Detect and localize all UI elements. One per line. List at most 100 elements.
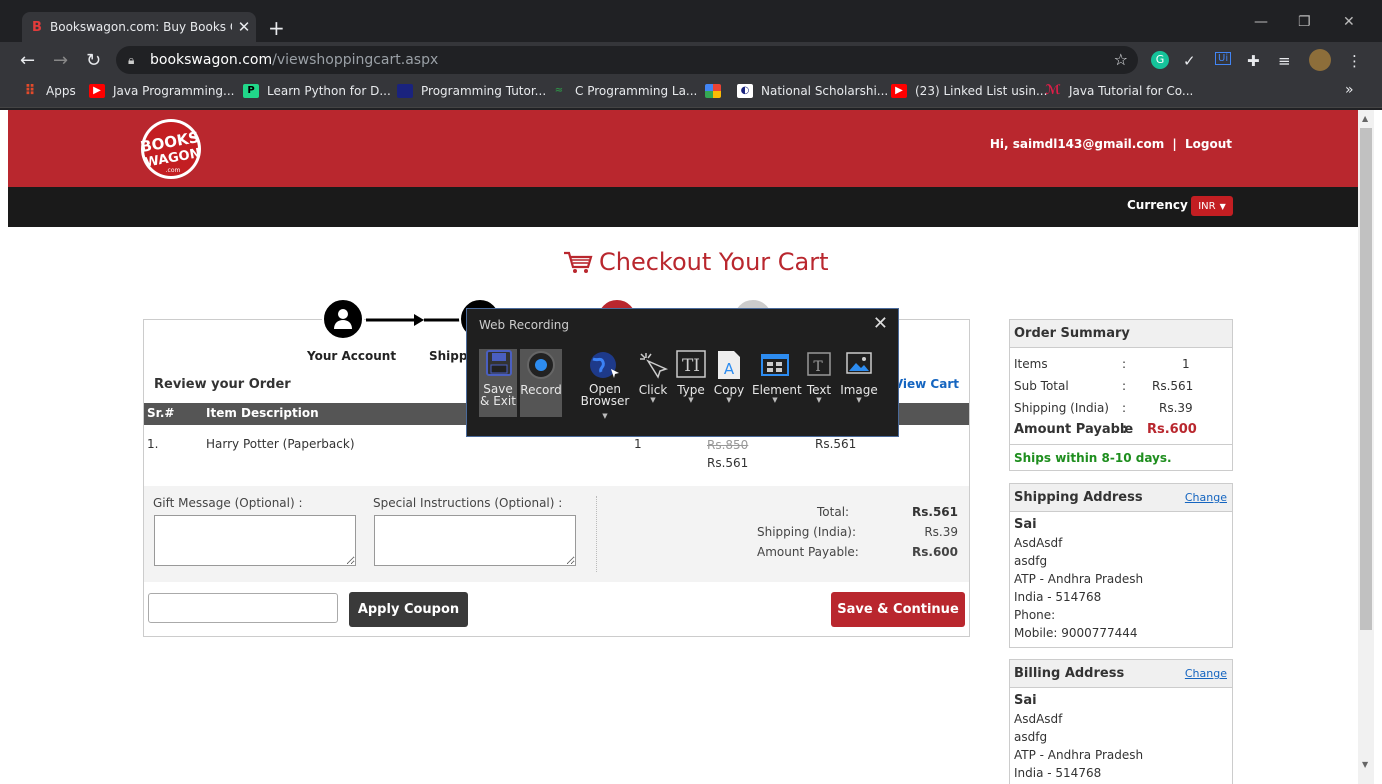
- billing-address-header: Billing Address Change: [1010, 660, 1232, 688]
- profile-avatar[interactable]: [1309, 49, 1331, 71]
- type-label: Type: [677, 383, 705, 397]
- dropdown-caret-icon: ▼: [856, 396, 862, 404]
- gift-message-input[interactable]: [154, 515, 356, 566]
- scholarship-icon: ◐: [737, 84, 753, 98]
- scroll-down-icon[interactable]: ▼: [1362, 760, 1368, 769]
- currency-dropdown[interactable]: INR ▼: [1191, 196, 1233, 216]
- svg-text:A: A: [724, 360, 735, 378]
- summary-label: Sub Total: [1014, 379, 1069, 393]
- ships-row: Ships within 8-10 days.: [1010, 444, 1232, 467]
- row-mrp: Rs.850: [707, 438, 749, 452]
- gfg-icon: ≈: [554, 85, 564, 96]
- dropdown-caret-icon: ▼: [816, 396, 822, 404]
- address-line: ATP - Andhra Pradesh: [1014, 748, 1144, 762]
- bookswagon-logo[interactable]: BOOKS WAGON .com: [134, 118, 208, 180]
- bookmark-java-tutorial[interactable]: ℳ Java Tutorial for Co...: [1045, 83, 1194, 99]
- address-line: Phone:: [1014, 608, 1056, 622]
- billing-change-link[interactable]: Change: [1185, 667, 1227, 680]
- text-button[interactable]: T Text ▼: [804, 349, 834, 417]
- col-item: Item Description: [206, 406, 319, 420]
- save-continue-button[interactable]: Save & Continue: [831, 592, 965, 627]
- bookmark-java-programming[interactable]: ▶ Java Programming...: [89, 84, 234, 98]
- close-icon[interactable]: ✕: [873, 313, 888, 334]
- shipping-address-body: Sai AsdAsdf asdfg ATP - Andhra Pradesh I…: [1010, 512, 1232, 646]
- record-button[interactable]: Record: [520, 349, 562, 417]
- shipping-change-link[interactable]: Change: [1185, 491, 1227, 504]
- url-path: /viewshoppingcart.aspx: [272, 52, 439, 68]
- scroll-up-icon[interactable]: ▲: [1362, 114, 1368, 123]
- extensions-puzzle-icon[interactable]: ✚: [1247, 52, 1260, 70]
- close-window-icon[interactable]: ✕: [1343, 14, 1355, 30]
- tab-title: Bookswagon.com: Buy Books On: [50, 20, 232, 34]
- coupon-input[interactable]: [148, 593, 338, 623]
- summary-value: 1: [1182, 357, 1190, 371]
- reload-icon[interactable]: ↻: [86, 50, 101, 71]
- close-tab-icon[interactable]: ✕: [232, 18, 256, 36]
- bookmark-label: Java Tutorial for Co...: [1069, 84, 1194, 98]
- open-browser-button[interactable]: Open Browser ▼: [579, 349, 631, 420]
- site-icon: [397, 84, 413, 98]
- bookmark-label: National Scholarshi...: [761, 84, 889, 98]
- back-icon[interactable]: ←: [20, 50, 35, 71]
- media-control-icon[interactable]: ≡: [1278, 52, 1291, 70]
- text-icon: T: [807, 352, 831, 376]
- dropdown-caret-icon: ▼: [688, 396, 694, 404]
- page-scrollbar[interactable]: ▲ ▼: [1358, 110, 1374, 784]
- forward-icon[interactable]: →: [53, 50, 68, 71]
- restore-icon[interactable]: ❐: [1298, 14, 1311, 30]
- bookmark-programming-tutor[interactable]: Programming Tutor...: [397, 84, 546, 98]
- new-tab-icon[interactable]: +: [268, 16, 285, 40]
- gift-section: Gift Message (Optional) : Special Instru…: [144, 486, 969, 582]
- summary-colon: :: [1122, 401, 1127, 415]
- bookmark-label: (23) Linked List usin...: [915, 84, 1048, 98]
- image-button[interactable]: Image ▼: [840, 349, 878, 417]
- bookmark-national-scholarship[interactable]: ◐ National Scholarshi...: [737, 84, 888, 98]
- bookmark-pinwheel[interactable]: [705, 84, 729, 98]
- scrollbar-thumb[interactable]: [1360, 128, 1372, 630]
- summary-label: Items: [1014, 357, 1048, 371]
- billing-address-title: Billing Address: [1014, 666, 1125, 681]
- youtube-icon: ▶: [891, 84, 907, 98]
- address-line: asdfg: [1014, 554, 1048, 568]
- lock-icon: 🔒︎: [128, 52, 135, 67]
- apply-coupon-button[interactable]: Apply Coupon: [349, 592, 468, 627]
- type-button[interactable]: TI Type ▼: [674, 349, 708, 417]
- element-button[interactable]: Element ▼: [752, 349, 802, 417]
- browser-toolbar: ← → ↻ 🔒︎ bookswagon.com/viewshoppingcart…: [0, 42, 1382, 78]
- row-price: Rs.561: [707, 456, 749, 470]
- bookmark-c-programming[interactable]: ≈ C Programming La...: [551, 84, 698, 98]
- logout-link[interactable]: Logout: [1185, 137, 1232, 151]
- save-exit-button[interactable]: Save & Exit: [479, 349, 517, 417]
- bookmark-label: Apps: [46, 84, 76, 98]
- address-line: India - 514768: [1014, 590, 1102, 604]
- row-item[interactable]: Harry Potter (Paperback): [206, 437, 355, 451]
- grammarly-icon[interactable]: G: [1151, 51, 1169, 69]
- click-label: Click: [638, 383, 668, 397]
- row-total: Rs.561: [815, 437, 857, 451]
- review-order-title: Review your Order: [154, 377, 291, 392]
- bookmark-apps[interactable]: ⠿ Apps: [22, 84, 76, 98]
- browser-tab[interactable]: B Bookswagon.com: Buy Books On ✕: [22, 12, 256, 42]
- instructions-input[interactable]: [374, 515, 576, 566]
- site-header: BOOKS WAGON .com Hi, saimdl143@gmail.com…: [8, 110, 1358, 187]
- click-button[interactable]: Click ▼: [636, 349, 670, 417]
- currency-bar: Currency INR ▼: [8, 187, 1358, 227]
- uipath-extension-icon[interactable]: Ui: [1215, 52, 1232, 65]
- cart-icon: [564, 251, 593, 273]
- web-recording-toolbar: Web Recording ✕ Save & Exit Record Open …: [466, 308, 899, 437]
- address-bar[interactable]: 🔒︎ bookswagon.com/viewshoppingcart.aspx …: [116, 46, 1138, 74]
- copy-button[interactable]: A Copy ▼: [712, 349, 746, 417]
- menu-kebab-icon[interactable]: ⋮: [1347, 52, 1362, 70]
- java-icon: ℳ: [1045, 83, 1061, 98]
- bookmark-linked-list[interactable]: ▶ (23) Linked List usin...: [891, 84, 1047, 98]
- check-extension-icon[interactable]: ✓: [1183, 52, 1196, 70]
- caret-down-icon: ▼: [1219, 201, 1226, 211]
- minimize-icon[interactable]: —: [1254, 14, 1268, 30]
- address-name: Sai: [1014, 693, 1037, 708]
- view-cart-link[interactable]: View Cart: [894, 377, 959, 391]
- bookmarks-overflow-icon[interactable]: »: [1345, 82, 1354, 98]
- ships-text: Ships within 8-10 days.: [1014, 451, 1172, 465]
- bookmark-star-icon[interactable]: ☆: [1114, 50, 1128, 69]
- bookmark-learn-python[interactable]: P Learn Python for D...: [243, 84, 391, 98]
- click-icon: [640, 353, 669, 379]
